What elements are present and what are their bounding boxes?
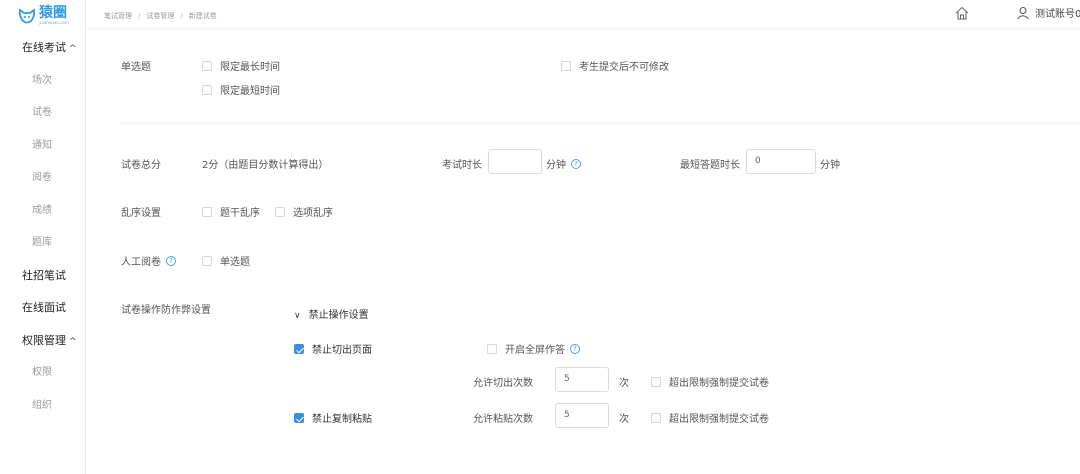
top-header: 笔试管理 / 试卷管理 / 新建试卷 测试账号01 ∨	[86, 0, 1080, 29]
exam-duration-label: 考试时长	[442, 160, 482, 171]
limit-min-time-option[interactable]: 限定最短时间	[202, 82, 280, 97]
sidebar-item-social-written[interactable]: 社招笔试	[0, 266, 86, 299]
sidebar-item-permission-mgmt[interactable]: 权限管理 ^	[0, 331, 86, 364]
shuffle-stem-option[interactable]: 题干乱序	[202, 204, 260, 219]
force-submit-paste-checkbox[interactable]	[651, 413, 661, 423]
manual-grading-label: 人工阅卷?	[121, 253, 176, 268]
help-icon[interactable]: ?	[571, 159, 581, 169]
sidebar-menu: 在线考试 ^ 场次 试卷 通知 阅卷 成绩 题库 社招笔试 在线面试 权限管理 ^ …	[0, 38, 86, 428]
allowed-paste-label: 允许粘贴次数	[473, 414, 533, 425]
no-modify-option[interactable]: 考生提交后不可修改	[561, 58, 669, 73]
breadcrumb-item[interactable]: 试卷管理	[146, 12, 174, 20]
manual-grading-single-option[interactable]: 单选题	[202, 253, 250, 268]
user-name: 测试账号01	[1035, 9, 1080, 20]
allowed-switch-input[interactable]: 5	[555, 367, 609, 392]
total-score-value: 2分（由题目分数计算得出）	[202, 160, 329, 171]
sidebar-item-question-bank[interactable]: 题库	[0, 233, 86, 266]
min-answer-time-unit: 分钟	[820, 160, 840, 171]
breadcrumb-separator: /	[138, 12, 141, 20]
allowed-paste-input[interactable]: 5	[555, 403, 609, 428]
no-modify-checkbox[interactable]	[561, 61, 571, 71]
shuffle-options-checkbox[interactable]	[275, 207, 285, 217]
exam-duration-unit: 分钟?	[546, 156, 581, 171]
sidebar-item-online-exam[interactable]: 在线考试 ^	[0, 38, 86, 71]
section-divider	[120, 123, 1080, 124]
fullscreen-option[interactable]: 开启全屏作答?	[487, 341, 580, 356]
forbid-section-toggle[interactable]: ∨ 禁止操作设置	[294, 306, 369, 321]
sidebar-item-permissions[interactable]: 权限	[0, 363, 86, 396]
times-unit: 次	[619, 378, 629, 389]
fullscreen-checkbox[interactable]	[487, 344, 497, 354]
force-submit-paste-option[interactable]: 超出限制强制提交试卷	[651, 410, 769, 425]
min-answer-time-label: 最短答题时长	[680, 160, 740, 171]
breadcrumb: 笔试管理 / 试卷管理 / 新建试卷	[104, 11, 217, 21]
limit-max-time-option[interactable]: 限定最长时间	[202, 58, 280, 73]
sidebar-item-notices[interactable]: 通知	[0, 136, 86, 169]
home-icon[interactable]	[954, 5, 970, 21]
shuffle-options-option[interactable]: 选项乱序	[275, 204, 333, 219]
sidebar-item-papers[interactable]: 试卷	[0, 103, 86, 136]
total-score-label: 试卷总分	[121, 160, 161, 171]
forbid-copy-paste-option[interactable]: 禁止复制粘贴	[294, 410, 372, 425]
exam-duration-input[interactable]	[488, 149, 542, 174]
user-menu[interactable]: 测试账号01 ∨	[1016, 5, 1080, 20]
sidebar-item-sessions[interactable]: 场次	[0, 71, 86, 104]
logo-icon	[18, 7, 36, 23]
force-submit-switch-option[interactable]: 超出限制强制提交试卷	[651, 374, 769, 389]
force-submit-switch-checkbox[interactable]	[651, 377, 661, 387]
breadcrumb-item[interactable]: 笔试管理	[104, 12, 132, 20]
manual-grading-single-checkbox[interactable]	[202, 256, 212, 266]
chevron-down-icon: ∨	[294, 311, 301, 321]
min-answer-time-input[interactable]: 0	[746, 149, 816, 174]
limit-min-time-checkbox[interactable]	[202, 85, 212, 95]
logo-text: 猿圈	[39, 5, 67, 21]
forbid-switch-page-option[interactable]: 禁止切出页面	[294, 341, 372, 356]
main-form: 单选题 限定最长时间 限定最短时间 考生提交后不可修改 试卷总分 2分（由题目分…	[86, 30, 1080, 474]
logo-subtext: yuanquan.com	[39, 20, 69, 25]
shuffle-stem-checkbox[interactable]	[202, 207, 212, 217]
help-icon[interactable]: ?	[570, 344, 580, 354]
limit-max-time-checkbox[interactable]	[202, 61, 212, 71]
sidebar-item-scores[interactable]: 成绩	[0, 201, 86, 234]
shuffle-label: 乱序设置	[121, 208, 161, 219]
sidebar: 猿圈 yuanquan.com 在线考试 ^ 场次 试卷 通知 阅卷 成绩 题库 …	[0, 0, 86, 474]
forbid-switch-page-checkbox[interactable]	[294, 344, 304, 354]
sidebar-item-grading[interactable]: 阅卷	[0, 168, 86, 201]
breadcrumb-separator: /	[180, 12, 183, 20]
logo[interactable]: 猿圈 yuanquan.com	[18, 6, 69, 25]
sidebar-item-online-interview[interactable]: 在线面试	[0, 298, 86, 331]
sidebar-item-organization[interactable]: 组织	[0, 396, 86, 429]
breadcrumb-item-current: 新建试卷	[188, 12, 217, 20]
forbid-copy-paste-checkbox[interactable]	[294, 413, 304, 423]
user-icon	[1017, 6, 1029, 19]
chevron-up-icon: ^	[69, 336, 77, 347]
help-icon[interactable]: ?	[166, 256, 176, 266]
anticheat-label: 试卷操作防作弊设置	[121, 305, 211, 316]
allowed-switch-label: 允许切出次数	[473, 378, 533, 389]
times-unit: 次	[619, 414, 629, 425]
chevron-up-icon: ^	[69, 44, 77, 54]
single-choice-label: 单选题	[121, 62, 151, 73]
